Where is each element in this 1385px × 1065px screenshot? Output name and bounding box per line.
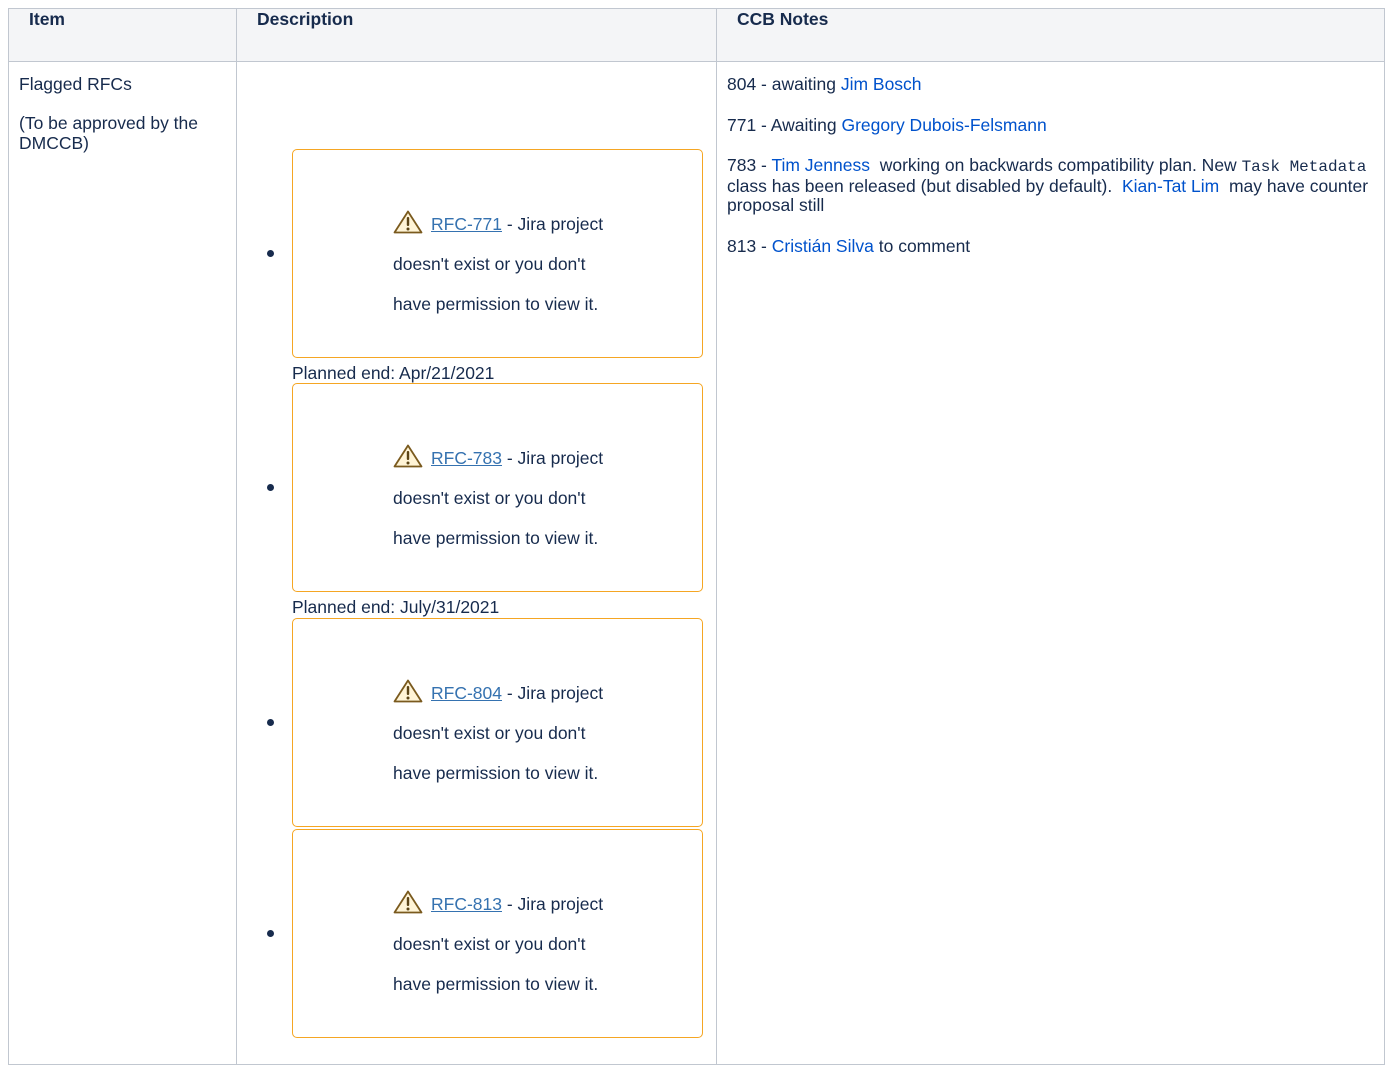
code-task-metadata: Task Metadata bbox=[1241, 158, 1367, 176]
rfc-line-2: doesn't exist or you don't bbox=[393, 488, 586, 508]
header-row: Item Description CCB Notes bbox=[8, 8, 1385, 62]
rfc-macro-box: RFC-771 - Jira project doesn't exist or … bbox=[292, 149, 703, 358]
rfc-line-1: RFC-771 - Jira project bbox=[393, 204, 653, 244]
planned-end: Planned end: July/31/2021 bbox=[292, 597, 500, 617]
item-subtitle: (To be approved by the DMCCB) bbox=[19, 113, 199, 153]
rfc-line-3: have permission to view it. bbox=[393, 763, 599, 783]
user-link-kian-tat-lim[interactable]: Kian-Tat Lim bbox=[1122, 176, 1219, 196]
rfc-message-part: - Jira project bbox=[502, 683, 604, 703]
note-text: 813 - bbox=[727, 236, 772, 256]
rfc-message: RFC-804 - Jira project doesn't exist or … bbox=[393, 673, 653, 793]
warning-triangle-icon bbox=[393, 208, 423, 234]
bullet bbox=[267, 719, 274, 726]
bullet bbox=[267, 250, 274, 257]
rfc-message-part: - Jira project bbox=[502, 448, 604, 468]
bullet bbox=[267, 484, 274, 491]
rfc-link[interactable]: RFC-813 bbox=[431, 894, 502, 914]
ccb-table: Item Description CCB Notes Flagged RFCs … bbox=[8, 8, 1385, 1065]
user-link-cristian-silva[interactable]: Cristián Silva bbox=[772, 236, 874, 256]
header-item: Item bbox=[8, 8, 237, 62]
rfc-line-2: doesn't exist or you don't bbox=[393, 723, 586, 743]
note-771: 771 - Awaiting Gregory Dubois-Felsmann bbox=[727, 115, 1374, 135]
rfc-line-1: RFC-783 - Jira project bbox=[393, 438, 653, 478]
note-783: 783 - Tim Jenness working on backwards c… bbox=[727, 156, 1374, 215]
user-link-gregory-dubois-felsmann[interactable]: Gregory Dubois-Felsmann bbox=[841, 115, 1046, 135]
rfc-link[interactable]: RFC-783 bbox=[431, 448, 502, 468]
note-804: 804 - awaiting Jim Bosch bbox=[727, 74, 1374, 94]
warning-triangle-icon bbox=[393, 677, 423, 703]
note-text: working on backwards compatibility plan.… bbox=[870, 155, 1242, 175]
rfc-message: RFC-783 - Jira project doesn't exist or … bbox=[393, 438, 653, 558]
header-ccb-notes: CCB Notes bbox=[716, 8, 1385, 62]
table-row: Flagged RFCs (To be approved by the DMCC… bbox=[8, 61, 1385, 1065]
rfc-line-3: have permission to view it. bbox=[393, 974, 599, 994]
ccb-notes-cell: 804 - awaiting Jim Bosch 771 - Awaiting … bbox=[716, 61, 1385, 1065]
rfc-line-1: RFC-804 - Jira project bbox=[393, 673, 653, 713]
rfc-line-2: doesn't exist or you don't bbox=[393, 934, 586, 954]
rfc-message-part: - Jira project bbox=[502, 214, 604, 234]
warning-triangle-icon bbox=[393, 888, 423, 914]
header-description: Description bbox=[236, 8, 717, 62]
note-text: 783 - bbox=[727, 155, 772, 175]
rfc-macro-box: RFC-804 - Jira project doesn't exist or … bbox=[292, 618, 703, 827]
description-cell: RFC-771 - Jira project doesn't exist or … bbox=[236, 61, 717, 1065]
warning-triangle-icon bbox=[393, 442, 423, 468]
rfc-macro-box: RFC-783 - Jira project doesn't exist or … bbox=[292, 383, 703, 592]
user-link-jim-bosch[interactable]: Jim Bosch bbox=[841, 74, 922, 94]
user-link-tim-jenness[interactable]: Tim Jenness bbox=[771, 155, 870, 175]
item-cell: Flagged RFCs (To be approved by the DMCC… bbox=[8, 61, 237, 1065]
rfc-message: RFC-771 - Jira project doesn't exist or … bbox=[393, 204, 653, 324]
rfc-macro-box: RFC-813 - Jira project doesn't exist or … bbox=[292, 829, 703, 1038]
rfc-link[interactable]: RFC-771 bbox=[431, 214, 502, 234]
rfc-message-part: - Jira project bbox=[502, 894, 604, 914]
note-text: 771 - Awaiting bbox=[727, 115, 842, 135]
note-813: 813 - Cristián Silva to comment bbox=[727, 236, 1374, 256]
rfc-line-3: have permission to view it. bbox=[393, 528, 599, 548]
planned-end: Planned end: Apr/21/2021 bbox=[292, 363, 495, 383]
note-text: 804 - awaiting bbox=[727, 74, 841, 94]
bullet bbox=[267, 930, 274, 937]
note-text: to comment bbox=[873, 236, 971, 256]
rfc-link[interactable]: RFC-804 bbox=[431, 683, 502, 703]
rfc-line-1: RFC-813 - Jira project bbox=[393, 884, 653, 924]
rfc-line-3: have permission to view it. bbox=[393, 294, 599, 314]
rfc-line-2: doesn't exist or you don't bbox=[393, 254, 586, 274]
rfc-message: RFC-813 - Jira project doesn't exist or … bbox=[393, 884, 653, 1004]
item-title: Flagged RFCs bbox=[19, 74, 132, 94]
